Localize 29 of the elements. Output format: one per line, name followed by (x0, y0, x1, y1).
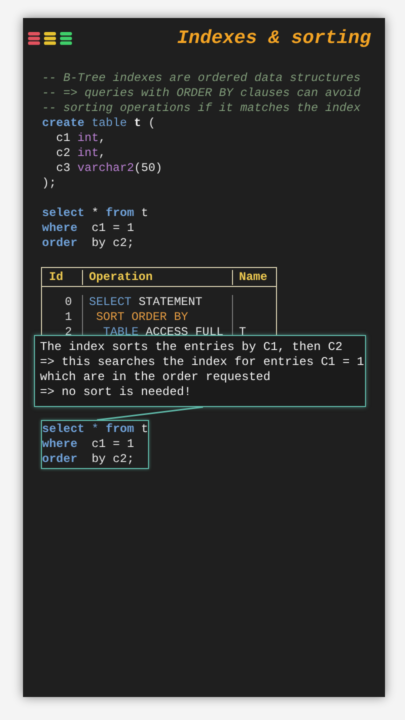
code-line: -- => queries with ORDER BY clauses can avoid (42, 86, 361, 101)
code-line: c1 int, (55, 131, 106, 146)
callout-text: which are in the order requested (40, 370, 270, 385)
code-line: where c1 = 1 (42, 221, 134, 236)
window-title: Indexes & sorting (177, 26, 372, 50)
code-line: -- B-Tree indexes are ordered data structures (42, 71, 361, 86)
code-line: SORT ORDER BY (95, 310, 188, 325)
column-header: Id (48, 270, 64, 284)
code-line: c2 int, (55, 146, 106, 161)
code-line: order by c2; (42, 452, 134, 467)
column-header: Operation (82, 270, 232, 284)
column-header: Name (232, 270, 276, 284)
code-line: -- sorting operations if it matches the index (42, 101, 361, 116)
code-line: create table t ( (42, 116, 156, 131)
code-line: c3 varchar2(50) (55, 161, 162, 176)
code-line: order by c2; (42, 236, 134, 251)
code-line: where c1 = 1 (42, 437, 134, 452)
code-line: TABLE ACCESS FULL (102, 325, 224, 336)
table-cell: 2 (64, 325, 72, 336)
code-line: select * from t (42, 422, 148, 437)
callout-text: => no sort is needed! (40, 385, 192, 400)
table-cell: 1 (64, 310, 72, 324)
callout-text: The index sorts the entries by C1, then C2 (40, 340, 342, 355)
table-cell: T (239, 325, 246, 336)
code-line: ); (42, 176, 56, 191)
code-line: SELECT STATEMENT (89, 295, 202, 310)
callout-text: => this searches the index for entries C1 = 1 (40, 355, 364, 370)
table-cell: 0 (64, 295, 72, 309)
code-line: select * from t (42, 206, 148, 221)
